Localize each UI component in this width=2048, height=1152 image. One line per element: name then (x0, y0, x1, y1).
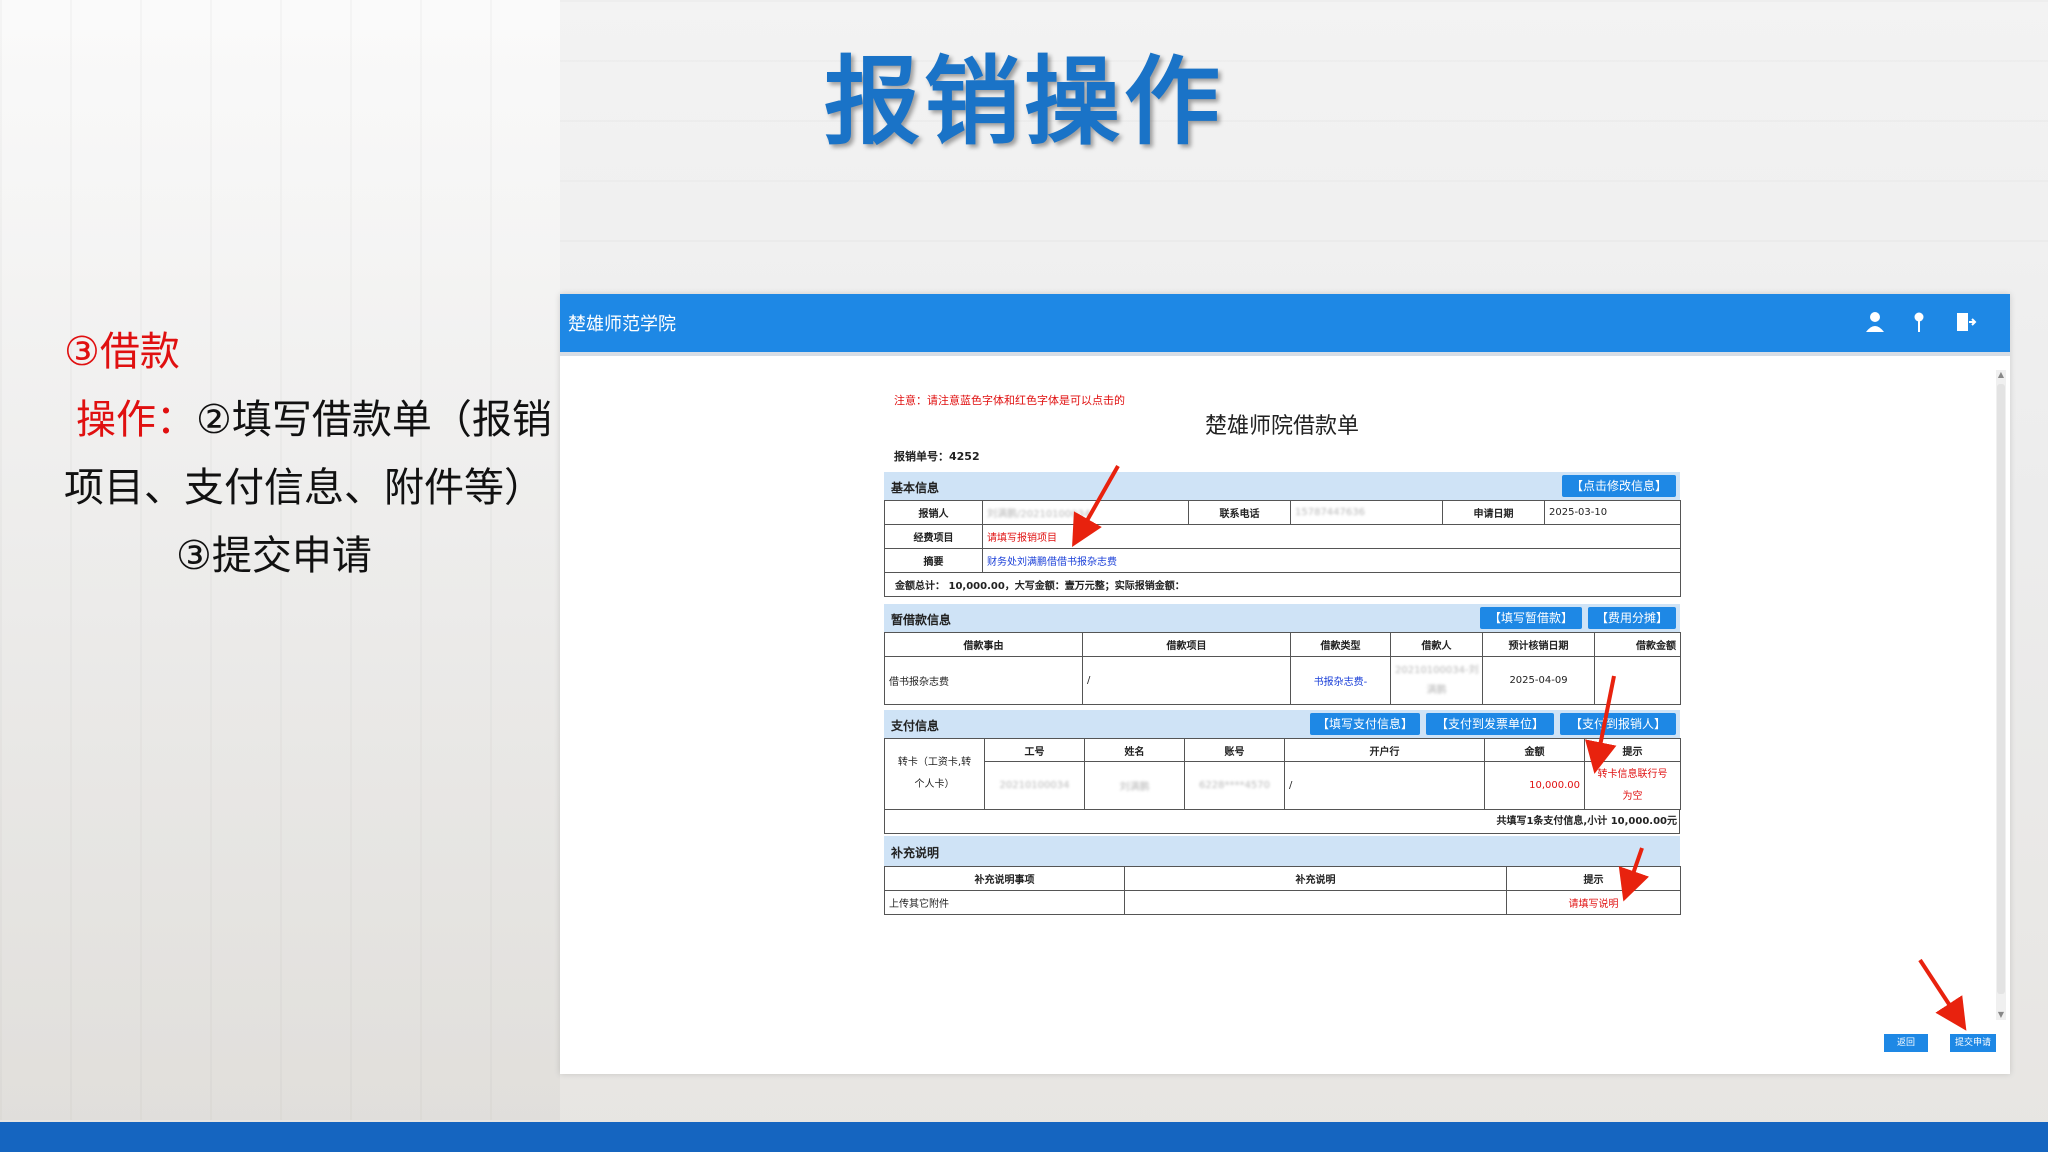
loan-header: 借款项目 (1082, 632, 1291, 657)
supplement-header: 补充说明 (1124, 866, 1507, 891)
amount-total: 金额总计： 10,000.00，大写金额：壹万元整；实际报销金额： (884, 572, 1681, 597)
back-button[interactable]: 返回 (1884, 1034, 1928, 1052)
table-row: 上传其它附件 请填写说明 (884, 890, 1681, 915)
pay-header: 金额 (1484, 738, 1585, 762)
pay-header: 开户行 (1284, 738, 1485, 762)
date-value: 2025-03-10 (1544, 500, 1681, 525)
fill-payment-button[interactable]: 【填写支付信息】 (1310, 713, 1420, 735)
loan-person: 20210100034-刘 满鹏 (1390, 656, 1483, 705)
project-label: 经费项目 (884, 524, 983, 549)
operation-line: 操作：②填写借款单（报销 (76, 386, 552, 454)
operation-text-a: ②填写借款单（报销 (196, 397, 552, 443)
supplement-item: 上传其它附件 (884, 890, 1125, 915)
supplement-hint-link[interactable]: 请填写说明 (1506, 890, 1681, 915)
bottom-bar (0, 1122, 2048, 1152)
table-row: 借书报杂志费 / 书报杂志费- 20210100034-刘 满鹏 2025-04-… (884, 656, 1681, 705)
vertical-scrollbar[interactable]: ▲ ▼ (1996, 370, 2006, 1020)
section-loan-info: 暂借款信息 【填写暂借款】 【费用分摊】 (884, 604, 1680, 633)
phone-value: 15787447636 (1290, 500, 1443, 525)
table-row: 20210100034 刘满鹏 6228****4570 / 10,000.00… (885, 761, 1681, 810)
app-name: 楚雄师范学院 (568, 314, 676, 335)
step-label: ③借款 (64, 329, 180, 375)
pay-method: 转卡（工资卡,转 个人卡） (884, 738, 985, 810)
pay-method-a: 转卡（工资卡,转 (897, 757, 972, 768)
operation-label: 操作： (76, 397, 196, 443)
loan-project: / (1082, 656, 1291, 705)
loan-type-link[interactable]: 书报杂志费- (1290, 656, 1391, 705)
pay-amount: 10,000.00 (1484, 761, 1585, 810)
loan-header: 借款事由 (884, 632, 1083, 657)
pay-invoice-unit-button[interactable]: 【支付到发票单位】 (1426, 713, 1554, 735)
section-payment-info: 支付信息 【填写支付信息】 【支付到发票单位】 【支付到报销人】 (884, 710, 1680, 739)
edit-info-button[interactable]: 【点击修改信息】 (1562, 475, 1676, 497)
logout-icon[interactable] (1952, 308, 1978, 336)
payment-table: 转卡（工资卡,转 个人卡） 工号 姓名 账号 开户行 金额 提示 20210100… (884, 738, 1681, 810)
summary-link[interactable]: 财务处刘满鹏借借书报杂志费 (982, 548, 1681, 573)
loan-amount (1594, 656, 1681, 705)
supplement-header: 提示 (1506, 866, 1681, 891)
app-header: 楚雄师范学院 (560, 294, 2010, 356)
slide-title: 报销操作 (824, 46, 1224, 158)
pay-method-b: 个人卡） (914, 779, 955, 790)
payment-summary: 共填写1条支付信息,小计 10,000.00元 (884, 810, 1680, 834)
section-basic-info: 基本信息 【点击修改信息】 (884, 472, 1680, 501)
loan-header: 借款金额 (1594, 632, 1681, 657)
location-pin-icon[interactable] (1906, 308, 1932, 336)
applicant-value: 刘满鹏/20210100034 (982, 500, 1189, 525)
app-window: 楚雄师范学院 ▲ ▼ 注意：请注意蓝色字体和红色字体是可以点击的 楚雄师院借款单… (560, 294, 2010, 1074)
form-title: 楚雄师院借款单 (1204, 414, 1359, 439)
document-number: 报销单号：4252 (894, 450, 980, 463)
scroll-down-icon[interactable]: ▼ (1996, 1010, 2006, 1020)
phone-label: 联系电话 (1188, 500, 1291, 525)
loan-header: 预计核销日期 (1482, 632, 1595, 657)
section-title: 基本信息 (891, 481, 940, 495)
pay-header: 提示 (1584, 738, 1681, 762)
summary-label: 摘要 (884, 548, 983, 573)
date-label: 申请日期 (1442, 500, 1545, 525)
scroll-up-icon[interactable]: ▲ (1996, 370, 2006, 380)
pay-hint-b: 为空 (1622, 790, 1643, 802)
supplement-header: 补充说明事项 (884, 866, 1125, 891)
pay-id: 20210100034 (984, 761, 1085, 810)
pay-account: 6228****4570 (1184, 761, 1285, 810)
pay-header: 账号 (1184, 738, 1285, 762)
section-title: 补充说明 (891, 846, 940, 860)
fill-loan-button[interactable]: 【填写暂借款】 (1480, 607, 1582, 629)
pay-header: 姓名 (1084, 738, 1185, 762)
basic-info-table: 报销人 刘满鹏/20210100034 联系电话 15787447636 申请日… (884, 500, 1681, 597)
operation-text-c: ③提交申请 (176, 533, 372, 579)
cost-split-button[interactable]: 【费用分摊】 (1588, 607, 1676, 629)
project-link[interactable]: 请填写报销项目 (982, 524, 1681, 549)
loan-person-a: 20210100034-刘 (1395, 664, 1479, 676)
submit-button[interactable]: 提交申请 (1950, 1034, 1996, 1052)
loan-person-b: 满鹏 (1426, 684, 1447, 696)
user-icon[interactable] (1862, 308, 1888, 336)
loan-header: 借款人 (1390, 632, 1483, 657)
loan-header: 借款类型 (1290, 632, 1391, 657)
operation-text-b: 项目、支付信息、附件等） (64, 465, 544, 511)
supplement-table: 补充说明事项 补充说明 提示 上传其它附件 请填写说明 (884, 866, 1681, 915)
section-title: 支付信息 (891, 719, 940, 733)
pay-hint-a: 转卡信息联行号 (1597, 768, 1668, 780)
section-title: 暂借款信息 (891, 613, 952, 627)
section-supplement: 补充说明 (884, 836, 1680, 867)
applicant-label: 报销人 (884, 500, 983, 525)
pay-applicant-button[interactable]: 【支付到报销人】 (1560, 713, 1676, 735)
scroll-thumb[interactable] (1997, 384, 2005, 994)
pay-hint[interactable]: 转卡信息联行号 为空 (1584, 761, 1681, 810)
pay-name: 刘满鹏 (1084, 761, 1185, 810)
loan-table: 借款事由 借款项目 借款类型 借款人 预计核销日期 借款金额 借书报杂志费 / … (884, 632, 1681, 705)
form-notice: 注意：请注意蓝色字体和红色字体是可以点击的 (894, 394, 1125, 407)
pay-bank: / (1284, 761, 1485, 810)
loan-date: 2025-04-09 (1482, 656, 1595, 705)
pay-header: 工号 (984, 738, 1085, 762)
supplement-desc[interactable] (1124, 890, 1507, 915)
loan-reason: 借书报杂志费 (884, 656, 1083, 705)
